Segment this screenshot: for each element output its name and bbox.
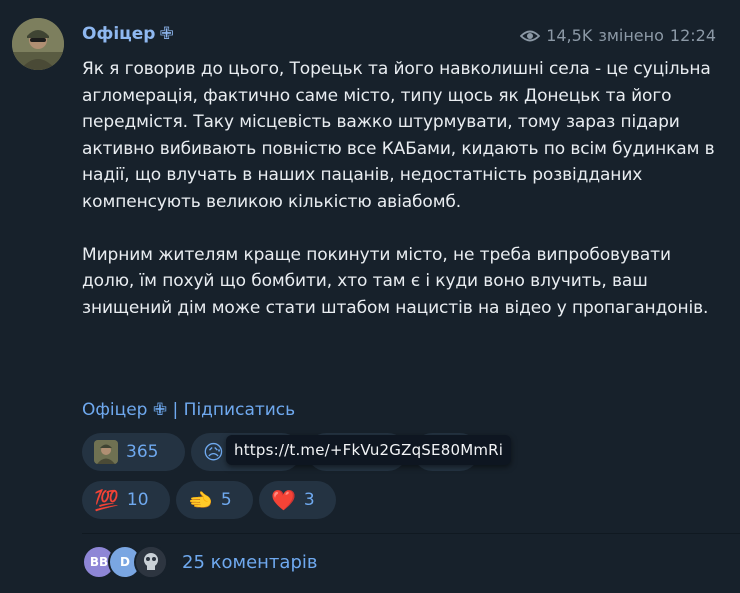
views-count: 14,5K xyxy=(546,26,593,45)
post-signature: Офіцер ✙ | Підписатись xyxy=(82,400,295,420)
post-text: Як я говорив до цього, Торецьк та його н… xyxy=(82,56,722,321)
reaction-count: 3 xyxy=(303,490,315,510)
pointing-hand-emoji-icon: 🫲 xyxy=(188,488,213,512)
reaction-count: 5 xyxy=(220,490,232,510)
soldier-avatar-icon xyxy=(12,18,64,70)
signature-channel-link[interactable]: Офіцер xyxy=(82,400,147,420)
post-time: 12:24 xyxy=(669,26,716,45)
comments-link[interactable]: 25 коментарів xyxy=(182,552,317,573)
reaction-pill[interactable]: ❤️ 3 xyxy=(259,481,336,519)
channel-avatar[interactable] xyxy=(12,18,64,70)
link-tooltip: https://t.me/+FkVu2GZqSE80MmRi xyxy=(226,435,512,465)
red-heart-emoji-icon: ❤️ xyxy=(271,488,296,512)
reactions-row: 💯 10 🫲 5 ❤️ 3 xyxy=(82,481,336,519)
reaction-pill[interactable]: 🫲 5 xyxy=(176,481,253,519)
subscribe-link[interactable]: Підписатись xyxy=(184,400,296,420)
hundred-points-emoji-icon: 💯 xyxy=(94,488,119,512)
post-paragraph: Мирним жителям краще покинути місто, не … xyxy=(82,244,709,318)
cross-badge-icon: ✙ xyxy=(159,24,174,44)
reaction-count: 365 xyxy=(126,442,159,462)
channel-name[interactable]: Офіцер ✙ xyxy=(82,24,174,44)
reaction-count: 10 xyxy=(126,490,149,510)
post-meta: 14,5K змінено 12:24 xyxy=(520,26,716,45)
cross-badge-icon: ✙ xyxy=(152,400,168,420)
reaction-pill[interactable]: 💯 10 xyxy=(82,481,170,519)
comments-bar[interactable]: BB D 25 коментарів xyxy=(82,545,317,579)
signature-separator: | xyxy=(172,400,179,420)
sad-face-emoji-icon: 😥 xyxy=(203,440,224,464)
custom-soldier-emoji-icon xyxy=(94,440,118,464)
reaction-pill[interactable]: 365 xyxy=(82,433,185,471)
post-header: Офіцер ✙ 14,5K змінено 12:24 xyxy=(82,24,716,50)
skull-avatar-icon xyxy=(136,547,166,577)
commenter-avatar xyxy=(134,545,168,579)
eye-icon xyxy=(520,30,541,41)
edited-label: змінено xyxy=(598,26,664,45)
tooltip-url: https://t.me/+FkVu2GZqSE80MmRi xyxy=(234,441,504,459)
post-paragraph: Як я говорив до цього, Торецьк та його н… xyxy=(82,59,715,212)
divider xyxy=(82,533,740,534)
channel-name-text[interactable]: Офіцер xyxy=(82,24,155,44)
